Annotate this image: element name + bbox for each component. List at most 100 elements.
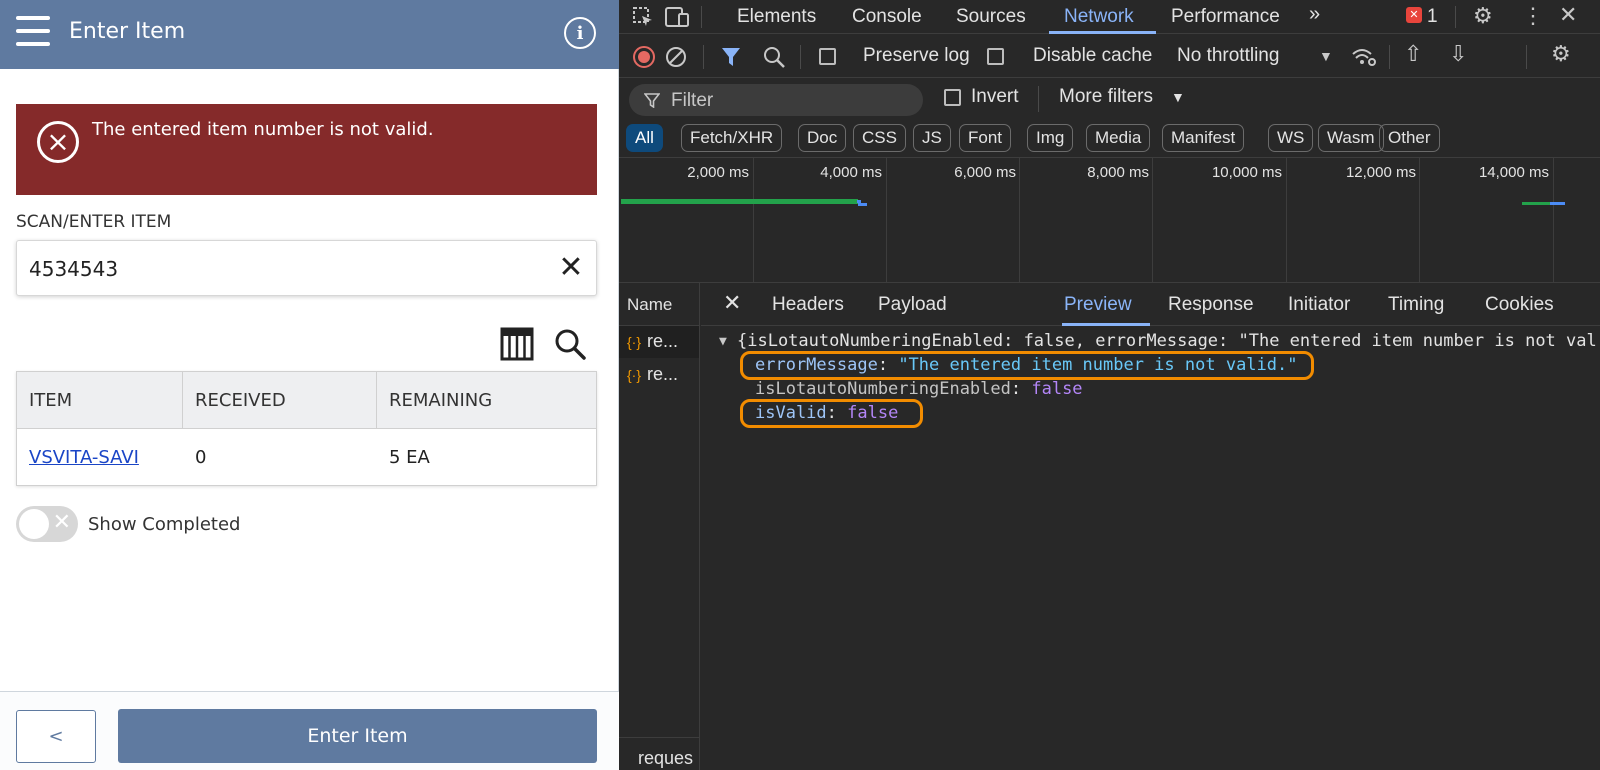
timeline-gridline: [1553, 158, 1554, 283]
close-detail-icon[interactable]: ✕: [723, 290, 741, 316]
filter-chip-all[interactable]: All: [626, 124, 663, 152]
network-conditions-icon[interactable]: [1351, 46, 1377, 68]
filter-chip-font[interactable]: Font: [959, 124, 1012, 152]
scan-label: SCAN/ENTER ITEM: [16, 212, 172, 232]
clear-log-icon[interactable]: [665, 46, 687, 68]
request-detail-panel: Name {·} re... {·} re... reques ✕ Headers …: [619, 283, 1600, 770]
more-filters-button[interactable]: More filters: [1059, 86, 1153, 108]
preserve-log-label[interactable]: Preserve log: [863, 45, 970, 67]
highlight-error-message: [740, 351, 1314, 380]
more-filters-dropdown-icon[interactable]: ▼: [1171, 89, 1185, 105]
remaining-cell: 5 EA: [389, 447, 430, 468]
separator: [1389, 45, 1390, 69]
resource-type-filters: All Fetch/XHR Doc CSS JS Font Img Media …: [619, 120, 1600, 158]
filter-chip-media[interactable]: Media: [1086, 124, 1151, 152]
settings-gear-icon[interactable]: ⚙: [1473, 3, 1493, 29]
timeline-gridline: [1286, 158, 1287, 283]
tab-console[interactable]: Console: [852, 6, 922, 28]
network-timeline[interactable]: 2,000 ms 4,000 ms 6,000 ms 8,000 ms 10,0…: [619, 158, 1600, 283]
column-header-remaining[interactable]: REMAINING: [377, 372, 596, 429]
preview-summary[interactable]: {isLotautoNumberingEnabled: false, error…: [737, 331, 1597, 351]
error-count[interactable]: 1: [1427, 6, 1438, 28]
filter-funnel-icon[interactable]: [721, 46, 741, 68]
network-settings-gear-icon[interactable]: ⚙: [1551, 41, 1571, 67]
request-name-column: Name {·} re... {·} re... reques: [619, 283, 700, 770]
device-toolbar-icon[interactable]: [664, 6, 690, 28]
request-bar: [1550, 202, 1565, 205]
scan-item-input[interactable]: [29, 255, 529, 283]
tab-elements[interactable]: Elements: [737, 6, 816, 28]
name-column-header[interactable]: Name: [619, 283, 700, 326]
enter-item-button[interactable]: Enter Item: [118, 709, 597, 763]
footer-bar: < Enter Item: [0, 691, 619, 770]
kebab-menu-icon[interactable]: ⋮: [1522, 3, 1544, 29]
show-completed-toggle[interactable]: ✕: [16, 506, 78, 542]
timeline-gridline: [1152, 158, 1153, 283]
page-title: Enter Item: [69, 19, 186, 44]
tab-network[interactable]: Network: [1064, 6, 1134, 28]
filter-chip-wasm[interactable]: Wasm: [1318, 124, 1384, 152]
invert-label[interactable]: Invert: [971, 86, 1019, 108]
tab-preview[interactable]: Preview: [1064, 294, 1132, 316]
preserve-log-checkbox[interactable]: [819, 48, 836, 65]
separator: [701, 6, 702, 28]
inspect-element-icon[interactable]: [632, 6, 654, 28]
tab-timing[interactable]: Timing: [1388, 294, 1444, 316]
request-row[interactable]: {·} re...: [619, 326, 699, 358]
request-row[interactable]: {·} re...: [619, 359, 699, 391]
import-har-icon[interactable]: ⇧: [1404, 41, 1422, 67]
filter-chip-doc[interactable]: Doc: [798, 124, 847, 152]
column-header-received[interactable]: RECEIVED: [183, 372, 377, 429]
tab-response[interactable]: Response: [1168, 294, 1254, 316]
filter-chip-ws[interactable]: WS: [1268, 124, 1314, 152]
timeline-label: 12,000 ms: [1345, 164, 1416, 181]
timeline-label: 10,000 ms: [1211, 164, 1282, 181]
throttling-select[interactable]: No throttling: [1177, 45, 1279, 67]
tab-payload[interactable]: Payload: [878, 294, 947, 316]
app-header: Enter Item i: [0, 0, 619, 69]
clear-icon[interactable]: ✕: [556, 253, 586, 283]
filter-chip-css[interactable]: CSS: [853, 124, 906, 152]
filter-chip-js[interactable]: JS: [913, 124, 951, 152]
item-link[interactable]: VSVITA-SAVI: [29, 447, 139, 468]
export-har-icon[interactable]: ⇩: [1449, 41, 1467, 67]
filter-chip-img[interactable]: Img: [1027, 124, 1074, 152]
request-bar: [1522, 202, 1550, 205]
filter-chip-other[interactable]: Other: [1379, 124, 1440, 152]
hamburger-menu-icon[interactable]: [16, 16, 50, 46]
expand-triangle-icon[interactable]: ▼: [719, 334, 727, 349]
tab-cookies[interactable]: Cookies: [1485, 294, 1554, 316]
timeline-gridline: [886, 158, 887, 283]
record-stop-icon[interactable]: [633, 46, 655, 68]
filter-chip-manifest[interactable]: Manifest: [1162, 124, 1245, 152]
throttling-dropdown-icon[interactable]: ▼: [1319, 48, 1333, 64]
xhr-request-icon: {·}: [627, 334, 642, 350]
scan-input-field: ✕: [16, 240, 597, 296]
filter-chip-fetch-xhr[interactable]: Fetch/XHR: [681, 124, 783, 152]
info-icon[interactable]: i: [564, 17, 596, 49]
timeline-gridline: [1419, 158, 1420, 283]
disable-cache-label[interactable]: Disable cache: [1033, 45, 1152, 67]
filter-placeholder: Filter: [671, 90, 714, 111]
column-header-item[interactable]: ITEM: [17, 372, 183, 429]
tab-performance[interactable]: Performance: [1171, 6, 1280, 28]
error-badge-icon[interactable]: ✕: [1406, 7, 1422, 23]
tab-sources[interactable]: Sources: [956, 6, 1026, 28]
disable-cache-checkbox[interactable]: [987, 48, 1004, 65]
filter-input[interactable]: Filter: [629, 84, 923, 116]
error-circle-x-icon: ×: [37, 121, 79, 163]
calculator-icon[interactable]: [500, 327, 534, 361]
search-network-icon[interactable]: [763, 46, 785, 68]
more-tabs-icon[interactable]: »: [1309, 3, 1320, 26]
timeline-label: 6,000 ms: [954, 164, 1016, 181]
back-button[interactable]: <: [16, 710, 96, 763]
show-completed-label: Show Completed: [88, 514, 241, 535]
invert-checkbox[interactable]: [944, 89, 961, 106]
request-name: re...: [647, 364, 679, 384]
timeline-gridline: [1019, 158, 1020, 283]
tab-headers[interactable]: Headers: [772, 294, 844, 316]
tab-initiator[interactable]: Initiator: [1288, 294, 1350, 316]
table-header: ITEM RECEIVED REMAINING: [17, 372, 596, 429]
close-devtools-icon[interactable]: ✕: [1559, 2, 1577, 28]
search-icon[interactable]: [553, 327, 587, 361]
